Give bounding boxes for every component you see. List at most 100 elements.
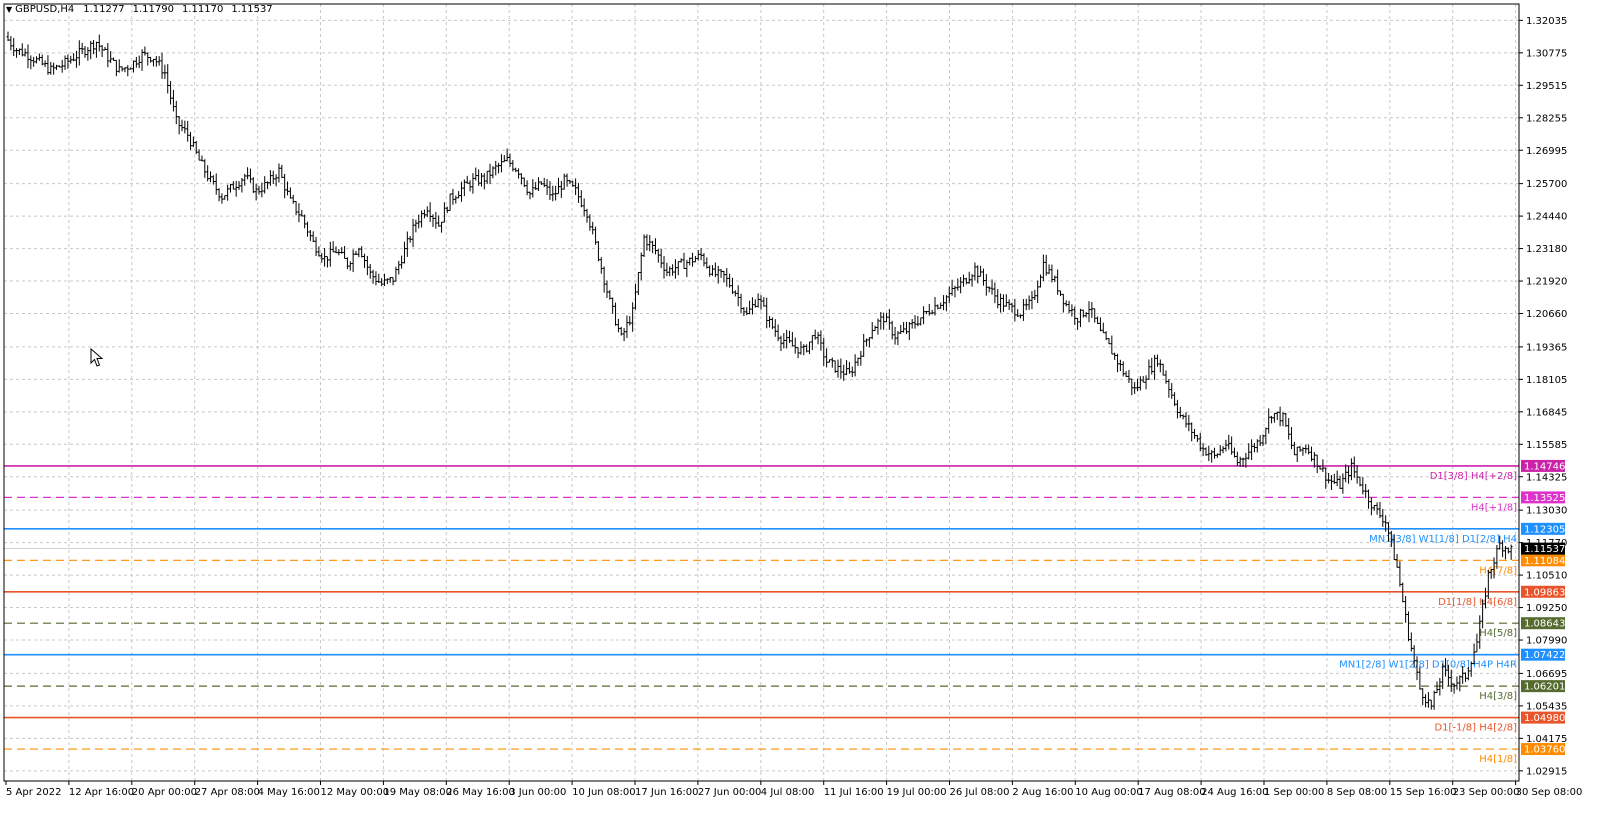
price-bar [517,168,521,179]
price-bar [32,56,36,67]
triangle-down-icon[interactable]: ▼ [6,3,12,17]
price-bar [582,198,586,217]
price-bar [1056,269,1060,295]
price-bar [1398,561,1402,587]
price-bar [371,269,375,284]
price-bar [365,255,369,276]
price-bar [200,155,204,162]
price-bar [345,257,349,270]
price-bar [112,57,116,61]
price-bar [753,299,757,308]
price-bar [668,266,672,277]
price-bar [277,163,281,183]
price-bar [1098,317,1102,332]
price-bar [120,66,124,72]
time-tick-label: 5 Apr 2022 [6,787,61,798]
chart-window[interactable]: D1[3/8] H4[+2/8] H4[+1/8] MN1[3/8] W1[1/8]… [0,0,1600,817]
price-bar [129,67,133,70]
price-bar [414,219,418,233]
price-bar [770,317,774,330]
price-bar [1381,508,1385,527]
time-tick-label: 23 Sep 00:00 [1453,787,1520,798]
price-bar [1124,371,1128,377]
price-bar [996,288,1000,309]
price-tick-label: 1.32035 [1526,16,1567,27]
price-bar [391,277,395,286]
price-bar [228,183,232,193]
time-tick-label: 4 May 16:00 [258,787,320,798]
price-axis[interactable]: 1.32035 1.30775 1.29515 1.28255 1.26995 1.257… [1519,16,1567,777]
price-bar [94,41,98,58]
time-tick-label: 17 Aug 08:00 [1138,787,1205,798]
price-bar [266,181,270,190]
price-bar [388,277,392,283]
price-bar [80,42,84,54]
open-value: 1.11277 [83,4,125,15]
price-bar [616,318,620,333]
price-bar [334,246,338,254]
price-bar [1127,369,1131,383]
price-bar [117,59,121,73]
price-bar [605,280,609,298]
price-bar [1121,361,1125,377]
price-bar [768,316,772,328]
chart-plot[interactable]: D1[3/8] H4[+2/8]H4[+1/8]MN1[3/8] W1[1/8]… [0,0,1600,817]
price-bar [756,293,760,308]
price-bar [69,55,73,64]
price-bar [1161,363,1165,376]
price-bar [263,176,267,194]
price-bar [850,366,854,378]
price-bar [1309,446,1313,462]
price-bar [639,252,643,281]
price-bar [49,62,53,75]
price-bar [1087,301,1091,323]
price-bar [688,257,692,266]
price-bar [194,140,198,154]
price-bar [531,179,535,198]
price-bar [622,327,626,342]
price-bar [1039,274,1043,288]
price-bar [1267,408,1271,434]
price-bar [1227,434,1231,450]
price-bar [1130,378,1134,396]
price-bar [594,226,598,245]
price-bar [1298,445,1302,452]
time-axis[interactable]: 5 Apr 2022 12 Apr 16:0020 Apr 00:0027 Apr… [5,781,1582,798]
price-bar [408,236,412,243]
price-tick-label: 1.15585 [1526,440,1567,451]
price-bar [231,181,235,190]
price-bar [628,316,632,326]
price-bar [1116,353,1120,373]
price-bar [106,43,110,68]
price-bar [1093,308,1097,323]
price-tick-label: 1.28255 [1526,113,1567,124]
price-bar [29,55,33,70]
level-label: MN1[2/8] W1[2/8] D1[0/8] H4P H4R [1339,660,1517,671]
price-tick-label: 1.26995 [1526,146,1567,157]
price-bar [274,174,278,187]
time-tick-label: 26 May 16:00 [446,787,515,798]
price-bar [867,337,871,348]
price-bar [1107,338,1111,345]
price-bar [773,319,777,337]
price-bar [1284,412,1288,427]
price-bar [1409,632,1413,652]
price-bar [1158,359,1162,373]
price-bar [422,209,426,219]
price-bar [1133,382,1137,394]
price-bar [645,234,649,251]
price-bar [1361,477,1365,495]
price-bar [485,170,489,184]
price-bar [1019,314,1023,319]
price-bar [902,321,906,333]
price-bar [981,268,985,286]
price-bar [402,241,406,264]
price-bar [1224,439,1228,452]
price-bar [354,250,358,255]
price-bar [1275,411,1279,420]
price-tick-label: 1.21920 [1526,277,1567,288]
price-bar [209,171,213,183]
price-bar [6,31,10,42]
price-bar [873,325,877,332]
price-bar [551,185,555,202]
